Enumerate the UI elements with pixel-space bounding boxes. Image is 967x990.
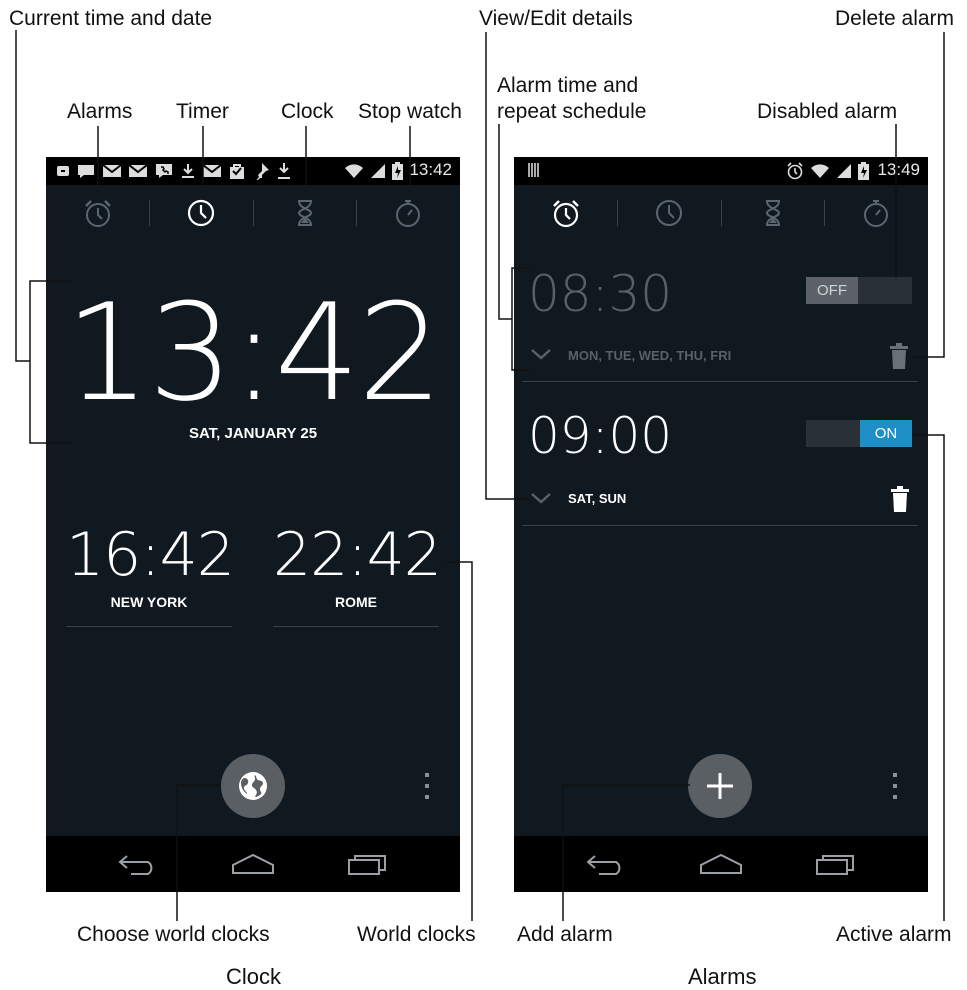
leader-delete-alarm bbox=[912, 32, 945, 358]
leader-active-alarm bbox=[912, 434, 945, 921]
leader-world-clocks bbox=[446, 561, 473, 921]
leader-add-alarm bbox=[562, 784, 690, 921]
leader-view-edit bbox=[485, 32, 528, 500]
leader-choose-world-clocks bbox=[176, 784, 220, 921]
callout-leader-lines bbox=[15, 30, 945, 921]
leader-alarm-time bbox=[498, 124, 530, 371]
leader-current-time bbox=[15, 30, 72, 444]
